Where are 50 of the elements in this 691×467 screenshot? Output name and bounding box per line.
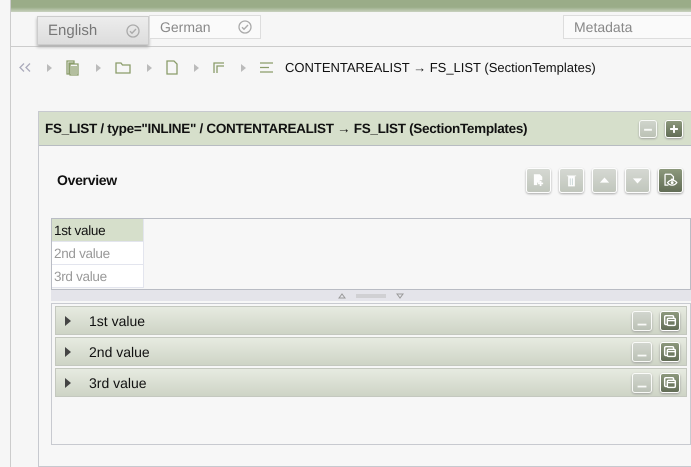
chevron-right-icon — [96, 64, 101, 72]
window-button[interactable] — [660, 342, 680, 362]
list-item[interactable]: 1st value — [52, 219, 144, 242]
splitter-handle[interactable] — [51, 290, 691, 302]
section-row[interactable]: 1st value — [55, 306, 687, 336]
chevron-right-icon — [194, 64, 199, 72]
panel-title: FS_LIST / type="INLINE" / CONTENTAREALIST → FS_LIST (SectionTemplates) — [45, 121, 528, 136]
caret-right-icon[interactable] — [64, 316, 73, 326]
page-eye-icon — [664, 173, 678, 186]
section-row[interactable]: 3rd value — [55, 368, 687, 398]
expand-button[interactable] — [665, 120, 683, 138]
section-heading: Overview — [57, 172, 117, 188]
check-circle-icon — [126, 24, 140, 38]
tab[interactable]: English — [37, 16, 149, 46]
windows-icon — [664, 376, 676, 388]
section-label: 3rd value — [89, 374, 147, 391]
section-label: 1st value — [89, 312, 146, 329]
chevron-right-icon — [147, 64, 152, 72]
page-plus-icon — [534, 174, 544, 186]
window-button[interactable] — [660, 310, 680, 331]
windows-icon — [664, 346, 676, 357]
minus-icon — [644, 128, 652, 130]
minus-icon — [638, 323, 646, 326]
caret-right-icon[interactable] — [64, 346, 73, 357]
breadcrumb-text: CONTENTAREALIST → FS_LIST (SectionTemplates) — [285, 60, 596, 76]
chevron-right-icon — [241, 64, 246, 72]
window-button[interactable] — [660, 372, 680, 393]
chevron-right-icon — [47, 64, 52, 72]
list-icon — [260, 62, 273, 74]
triangle-up-icon — [600, 177, 610, 182]
preview-button[interactable] — [658, 168, 683, 193]
minus-icon — [638, 385, 646, 388]
tab[interactable]: German — [149, 15, 261, 40]
check-circle-icon — [238, 20, 252, 34]
caret-right-icon[interactable] — [64, 378, 73, 388]
pages-icon — [66, 60, 80, 76]
minus-icon — [638, 354, 646, 356]
double-chevron-left-icon[interactable] — [19, 63, 31, 72]
page-icon — [166, 60, 178, 76]
section-icon — [213, 62, 225, 74]
list-item[interactable]: 2nd value — [52, 242, 144, 266]
triangle-down-icon — [632, 178, 642, 184]
tab[interactable]: Metadata — [563, 15, 691, 40]
folder-icon — [115, 61, 131, 74]
section-row[interactable]: 2nd value — [55, 337, 687, 366]
windows-icon — [664, 314, 676, 326]
plus-icon — [669, 124, 679, 134]
list-item[interactable]: 3rd value — [52, 265, 144, 288]
section-label: 2nd value — [89, 344, 150, 360]
trash-icon — [566, 175, 577, 186]
